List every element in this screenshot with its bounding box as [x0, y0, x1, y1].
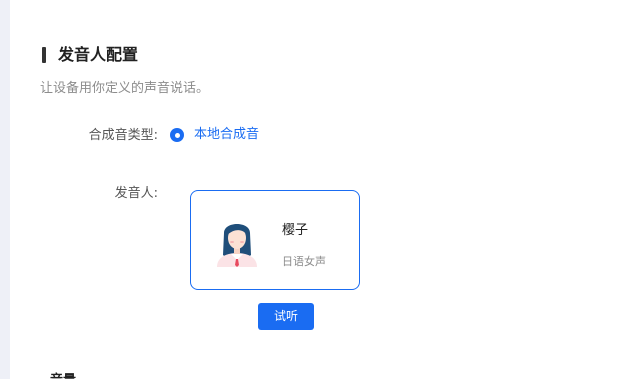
page: 发音人配置 让设备用你定义的声音说话。 合成音类型: 本地合成音 发音人: 樱子… [0, 0, 622, 379]
section-description: 让设备用你定义的声音说话。 [40, 81, 210, 96]
female-avatar-icon [217, 224, 257, 267]
volume-section-title: 音量 [50, 372, 76, 379]
speaker-card[interactable]: 樱子 日语女声 [190, 190, 360, 290]
preview-button[interactable]: 试听 [258, 303, 314, 330]
speaker-description: 日语女声 [282, 255, 326, 268]
title-marker [42, 47, 46, 63]
radio-dot [174, 132, 180, 138]
section-header: 发音人配置 [42, 44, 138, 66]
section-title: 发音人配置 [58, 45, 139, 64]
local-synthesis-radio[interactable]: 本地合成音 [170, 126, 259, 144]
radio-checked-icon [170, 128, 184, 142]
radio-label: 本地合成音 [194, 127, 260, 142]
synthesis-type-label: 合成音类型: [88, 128, 158, 143]
left-sidebar-strip [0, 0, 10, 379]
speaker-label: 发音人: [114, 186, 158, 201]
speaker-name: 樱子 [282, 223, 309, 238]
